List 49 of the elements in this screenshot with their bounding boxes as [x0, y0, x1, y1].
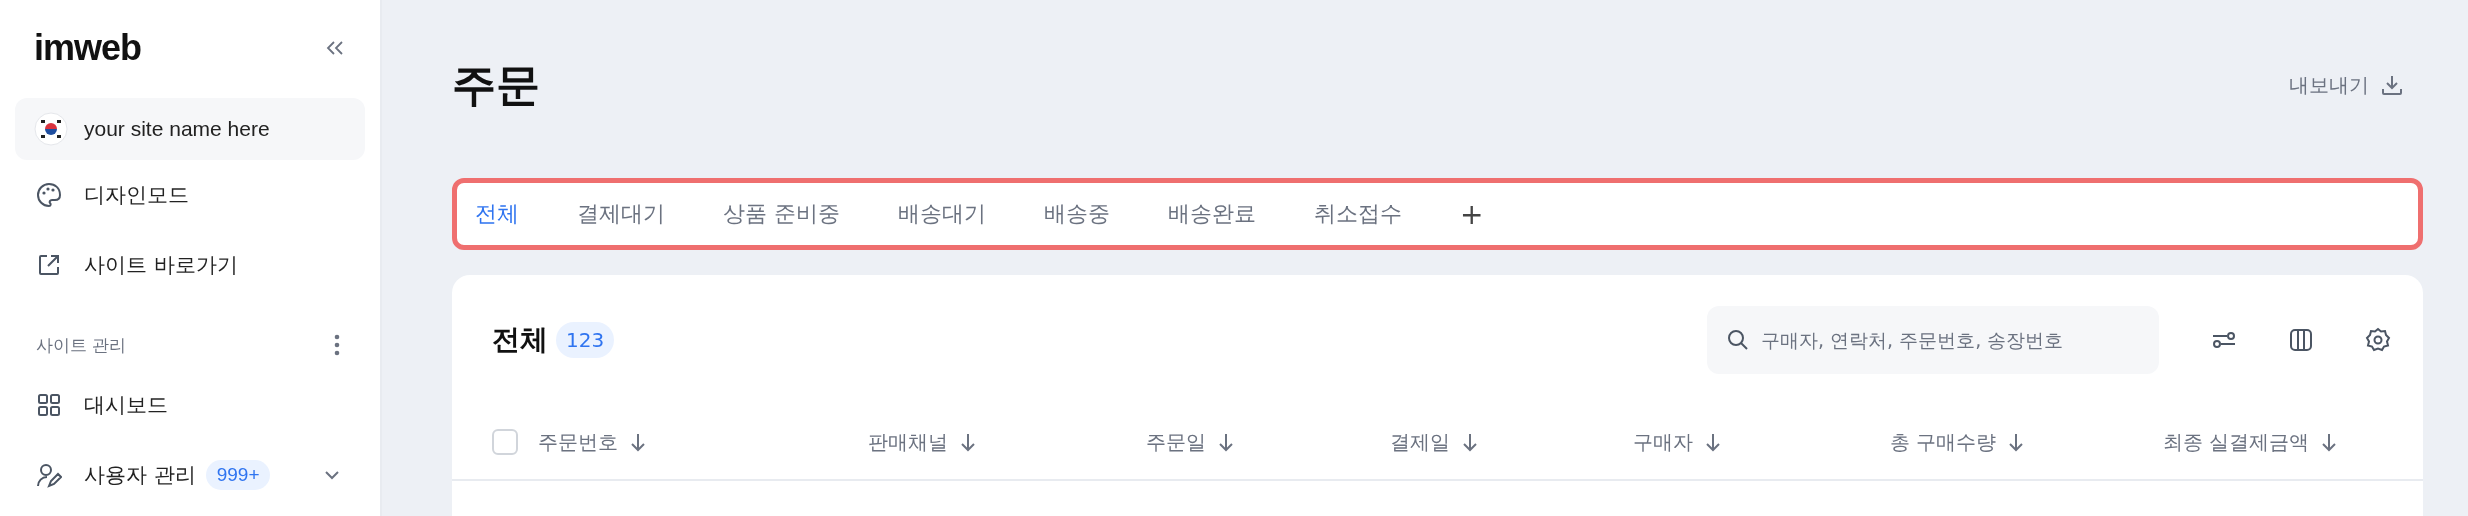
site-selector[interactable]: your site name here	[15, 98, 365, 160]
more-icon[interactable]	[334, 334, 340, 356]
column-header[interactable]: 주문번호	[538, 428, 618, 456]
tab[interactable]: 결제대기	[577, 199, 665, 229]
export-button[interactable]: 내보내기	[2289, 71, 2423, 99]
section-title: 사이트 관리	[36, 333, 127, 357]
sort-arrow-icon[interactable]	[1705, 432, 1721, 452]
sort-arrow-icon[interactable]	[960, 432, 976, 452]
nav-item[interactable]: 사이트 바로가기	[15, 230, 365, 300]
nav-item[interactable]: 대시보드	[15, 370, 365, 440]
flag-icon	[34, 112, 68, 146]
tab[interactable]: 상품 준비중	[723, 199, 840, 229]
download-icon	[2381, 74, 2403, 96]
tab[interactable]: 취소접수	[1314, 199, 1402, 229]
column-header[interactable]: 주문일	[1146, 428, 1206, 456]
column-header[interactable]: 총 구매수량	[1890, 428, 1997, 456]
count-badge: 999+	[205, 460, 271, 490]
sort-arrow-icon[interactable]	[2321, 432, 2338, 452]
nav-item[interactable]: 디자인모드	[15, 160, 365, 230]
tab[interactable]: 배송대기	[898, 199, 986, 229]
palette-icon	[36, 182, 62, 208]
sort-arrow-icon[interactable]	[2008, 432, 2025, 452]
grid-icon	[36, 392, 62, 418]
page-title: 주문	[452, 57, 540, 112]
sort-arrow-icon[interactable]	[1462, 432, 1478, 452]
column-header[interactable]: 판매채널	[868, 428, 948, 456]
column-header[interactable]: 결제일	[1390, 428, 1450, 456]
select-all-checkbox[interactable]	[492, 429, 518, 455]
column-header[interactable]: 구매자	[1633, 428, 1693, 456]
filter-icon[interactable]	[2211, 329, 2237, 351]
logo[interactable]: imweb	[34, 27, 142, 69]
nav-item[interactable]: 사용자 관리 999+	[15, 440, 365, 510]
columns-icon[interactable]	[2289, 328, 2313, 352]
external-link-icon	[36, 252, 62, 278]
add-tab-button[interactable]: +	[1460, 197, 1484, 231]
search-field[interactable]: 구매자, 연락처, 주문번호, 송장번호	[1707, 306, 2159, 374]
user-edit-icon	[36, 462, 62, 488]
search-icon	[1727, 329, 1749, 351]
settings-icon[interactable]	[2365, 327, 2391, 353]
tab[interactable]: 배송완료	[1168, 199, 1256, 229]
sort-arrow-icon[interactable]	[630, 432, 646, 452]
tab[interactable]: 배송중	[1044, 199, 1110, 229]
chevron-down-icon[interactable]	[324, 470, 340, 480]
column-header[interactable]: 최종 실결제금액	[2163, 428, 2310, 456]
card-title: 전체	[492, 322, 548, 358]
sort-arrow-icon[interactable]	[1218, 432, 1234, 452]
collapse-icon[interactable]	[325, 40, 345, 56]
tab[interactable]: 전체	[475, 199, 519, 229]
count-badge: 123	[556, 322, 615, 358]
